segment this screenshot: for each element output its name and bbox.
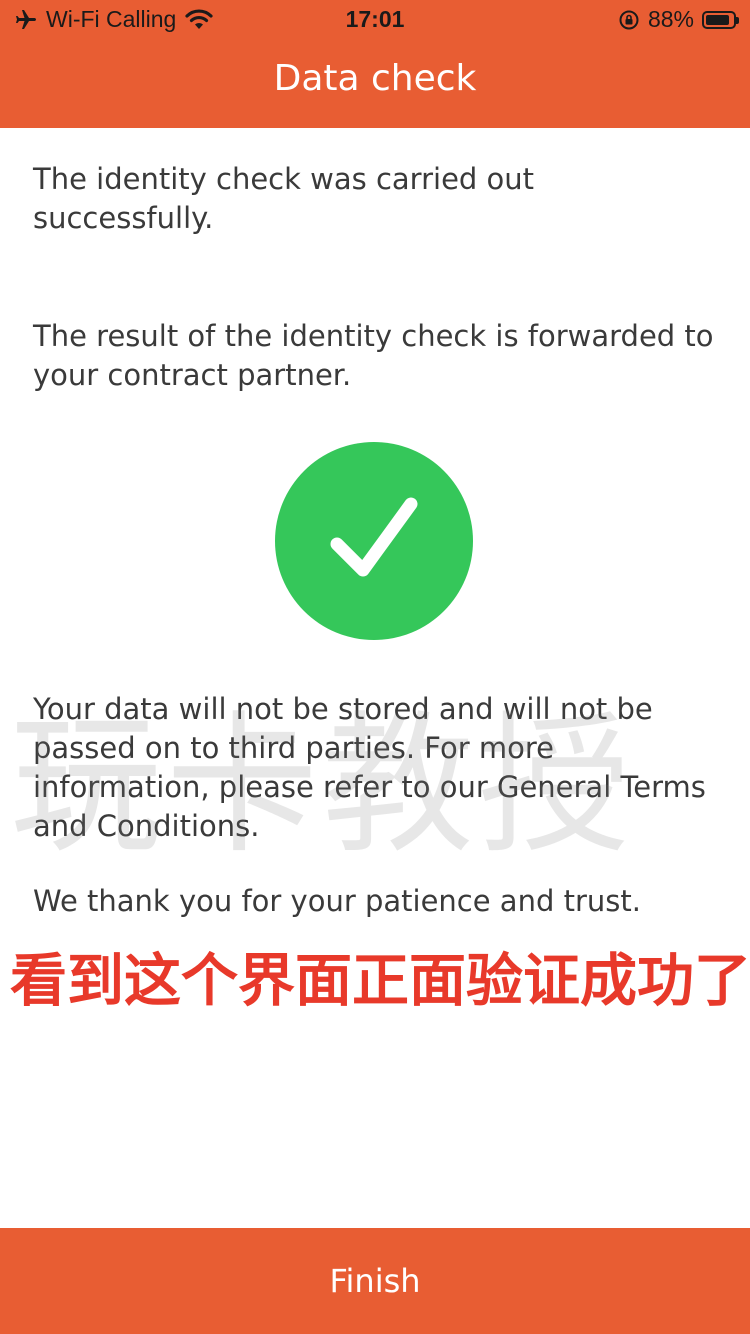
battery-icon — [702, 10, 739, 29]
data-check-screen: Wi-Fi Calling 17:01 88% Data check The i… — [0, 0, 750, 1334]
battery-percent: 88% — [647, 6, 694, 32]
status-right: 88% — [618, 6, 739, 33]
success-badge — [275, 442, 473, 640]
thanks-message: We thank you for your patience and trust… — [33, 884, 641, 918]
battery-level — [706, 14, 729, 25]
status-bar: Wi-Fi Calling 17:01 88% — [0, 0, 750, 40]
forward-message: The result of the identity check is forw… — [33, 319, 714, 392]
success-message: The identity check was carried out succe… — [33, 162, 535, 235]
header-bar: Wi-Fi Calling 17:01 88% Data check — [0, 0, 750, 128]
checkmark-icon — [319, 486, 429, 596]
finish-button[interactable]: Finish — [0, 1228, 750, 1334]
orientation-lock-icon — [618, 9, 640, 31]
page-title: Data check — [273, 58, 477, 99]
annotation-banner: 看到这个界面正面验证成功了 — [10, 948, 750, 1014]
privacy-message: Your data will not be stored and will no… — [33, 692, 706, 843]
